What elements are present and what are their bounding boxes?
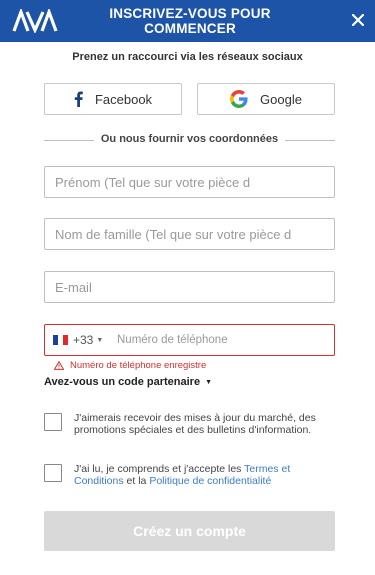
country-code-selector[interactable]: +33 ▼ — [45, 325, 107, 355]
facebook-label: Facebook — [94, 91, 153, 107]
warning-icon — [54, 361, 64, 370]
divider-line-right — [285, 140, 335, 141]
phone-error: Numéro de téléphone enregistre — [54, 360, 206, 371]
country-code: +33 — [73, 333, 94, 347]
partner-code-toggle[interactable]: Avez-vous un code partenaire ▼ — [44, 376, 212, 388]
newsletter-checkbox[interactable] — [44, 413, 62, 431]
ava-logo — [12, 9, 58, 33]
modal-title: INSCRIVEZ-VOUS POUR COMMENCER — [109, 6, 271, 36]
divider-text: Ou nous fournir vos coordonnées — [100, 133, 279, 145]
terms-middle: et la — [123, 475, 150, 487]
terms-text: J'ai lu, je comprends et j'accepte les T… — [74, 463, 336, 487]
last-name-field — [44, 218, 335, 250]
terms-checkbox[interactable] — [44, 464, 62, 482]
terms-prefix: J'ai lu, je comprends et j'accepte les — [74, 463, 245, 475]
partner-code-label: Avez-vous un code partenaire — [44, 376, 201, 388]
first-name-field — [44, 166, 335, 198]
last-name-input[interactable] — [45, 219, 325, 249]
email-field — [44, 271, 335, 303]
section-divider: Ou nous fournir vos coordonnées — [44, 132, 335, 148]
newsletter-text: J'aimerais recevoir des mises à jour du … — [74, 412, 316, 436]
email-input[interactable] — [45, 272, 325, 302]
social-heading: Prenez un raccourci via les réseaux soci… — [72, 51, 303, 63]
facebook-icon — [74, 91, 83, 107]
facebook-button[interactable]: Facebook — [44, 83, 182, 115]
chevron-down-icon: ▼ — [96, 336, 104, 344]
phone-input[interactable] — [107, 325, 327, 355]
france-flag-icon — [53, 335, 68, 345]
first-name-input[interactable] — [45, 167, 325, 197]
phone-error-text: Numéro de téléphone enregistre — [70, 360, 207, 371]
google-button[interactable]: Google — [197, 83, 335, 115]
chevron-down-icon: ▼ — [205, 378, 213, 386]
close-icon[interactable] — [347, 9, 369, 31]
modal-header: INSCRIVEZ-VOUS POUR COMMENCER — [0, 0, 375, 42]
google-label: Google — [260, 91, 302, 107]
create-account-button[interactable]: Créez un compte — [44, 511, 335, 551]
privacy-link[interactable]: Politique de confidentialité — [149, 475, 271, 487]
phone-field: +33 ▼ — [44, 324, 335, 356]
google-icon — [230, 90, 248, 108]
